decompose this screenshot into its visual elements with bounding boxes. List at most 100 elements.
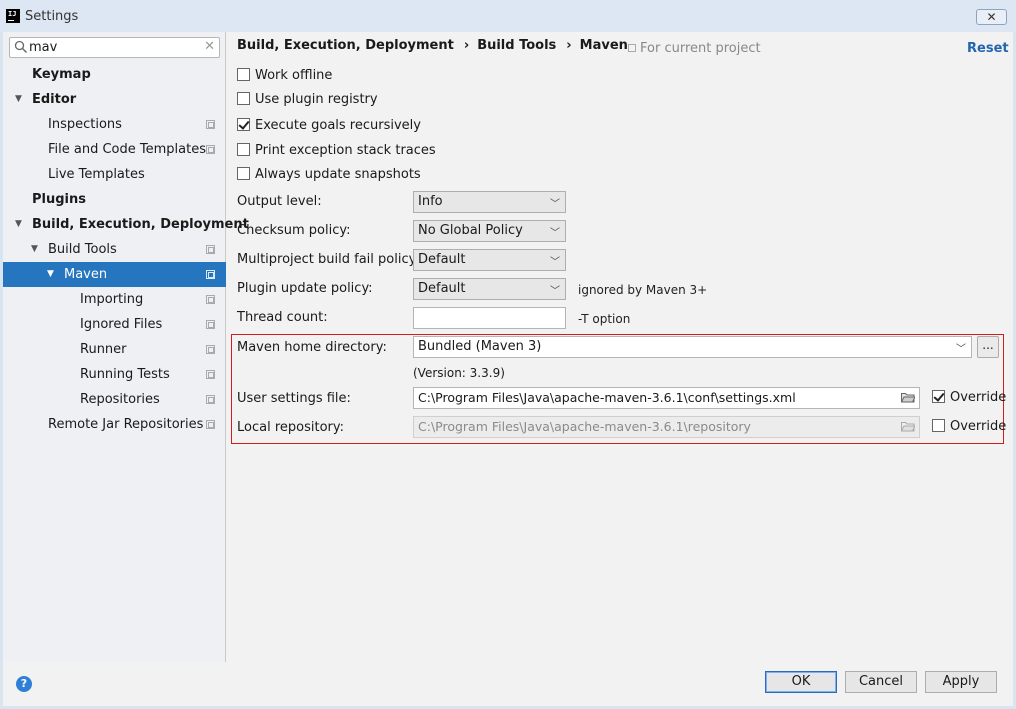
- tree-item-remote-jar-repositories[interactable]: Remote Jar Repositories: [3, 412, 226, 437]
- tree-item-label: Editor: [32, 92, 77, 107]
- cancel-button[interactable]: Cancel: [845, 671, 917, 693]
- expand-arrow-icon[interactable]: ▼: [15, 87, 25, 112]
- tree-item-importing[interactable]: Importing: [3, 287, 226, 312]
- chevron-down-icon: ﹀: [550, 257, 560, 268]
- output-level-select[interactable]: Info ﹀: [413, 191, 566, 213]
- local-repository-input[interactable]: C:\Program Files\Java\apache-maven-3.6.1…: [413, 416, 920, 438]
- expand-arrow-icon[interactable]: ▼: [47, 262, 57, 287]
- settings-search-input[interactable]: mav ✕: [9, 37, 220, 58]
- plugin-update-policy-hint: ignored by Maven 3+: [578, 283, 708, 297]
- settings-tree-panel: mav ✕ Keymap ▼ Editor Inspections File and C…: [3, 32, 249, 662]
- chevron-down-icon: ﹀: [550, 286, 560, 297]
- tree-item-ignored-files[interactable]: Ignored Files: [3, 312, 226, 337]
- tree-item-label: Maven: [64, 267, 108, 282]
- user-settings-input[interactable]: C:\Program Files\Java\apache-maven-3.6.1…: [413, 387, 920, 409]
- project-scope-label: For current project: [628, 41, 761, 56]
- tree-item-live-templates[interactable]: Live Templates: [3, 162, 226, 187]
- tree-item-inspections[interactable]: Inspections: [3, 112, 226, 137]
- folder-icon: [901, 422, 915, 432]
- use-plugin-registry-checkbox[interactable]: Use plugin registry: [237, 92, 378, 110]
- work-offline-checkbox[interactable]: Work offline: [237, 68, 332, 86]
- title-bar: IJ Settings ✕: [0, 0, 1016, 32]
- project-settings-icon: [206, 120, 215, 129]
- chevron-down-icon: ﹀: [550, 199, 560, 210]
- browse-maven-home-button[interactable]: ...: [977, 336, 999, 358]
- clear-search-icon[interactable]: ✕: [204, 39, 215, 54]
- breadcrumb: Build, Execution, Deployment › Build Tools…: [237, 38, 636, 53]
- maven-version-label: (Version: 3.3.9): [413, 366, 505, 380]
- tree-item-label: Ignored Files: [80, 317, 163, 332]
- ok-button[interactable]: OK: [765, 671, 837, 693]
- checkbox-box[interactable]: [932, 390, 945, 403]
- tree-item-running-tests[interactable]: Running Tests: [3, 362, 226, 387]
- tree-item-plugins[interactable]: Plugins: [3, 187, 226, 212]
- search-value: mav: [29, 40, 58, 55]
- plugin-update-policy-select[interactable]: Default ﹀: [413, 278, 566, 300]
- close-window-button[interactable]: ✕: [976, 9, 1007, 25]
- local-repository-label: Local repository:: [237, 420, 344, 435]
- checkbox-box[interactable]: [237, 143, 250, 156]
- expand-arrow-icon[interactable]: ▼: [15, 212, 25, 237]
- tree-item-label: Inspections: [48, 117, 122, 132]
- tree-item-label: Build Tools: [48, 242, 117, 257]
- maven-home-label: Maven home directory:: [237, 340, 387, 355]
- user-settings-override-checkbox[interactable]: Override: [932, 390, 1006, 408]
- help-icon[interactable]: ?: [16, 676, 32, 692]
- intellij-logo-icon: IJ: [6, 9, 20, 23]
- always-update-snapshots-checkbox[interactable]: Always update snapshots: [237, 167, 421, 185]
- tree-item-label: File and Code Templates: [48, 142, 206, 157]
- project-settings-icon: [206, 370, 215, 379]
- project-settings-icon: [206, 345, 215, 354]
- checkbox-box[interactable]: [237, 92, 250, 105]
- breadcrumb-separator: ›: [566, 38, 572, 53]
- thread-count-input[interactable]: [413, 307, 566, 329]
- tree-item-label: Build, Execution, Deployment: [32, 217, 249, 232]
- checksum-policy-label: Checksum policy:: [237, 223, 351, 238]
- reset-link[interactable]: Reset: [967, 41, 1009, 56]
- breadcrumb-item: Build, Execution, Deployment: [237, 38, 454, 53]
- tree-item-label: Running Tests: [80, 367, 170, 382]
- apply-button[interactable]: Apply: [925, 671, 997, 693]
- multiproject-fail-policy-select[interactable]: Default ﹀: [413, 249, 566, 271]
- plugin-update-policy-label: Plugin update policy:: [237, 281, 373, 296]
- maven-settings-panel: Build, Execution, Deployment › Build Tools…: [227, 32, 1013, 662]
- tree-item-build-execution-deployment[interactable]: ▼ Build, Execution, Deployment: [3, 212, 249, 237]
- thread-count-label: Thread count:: [237, 310, 328, 325]
- local-repository-override-checkbox[interactable]: Override: [932, 419, 1006, 437]
- execute-goals-recursively-checkbox[interactable]: Execute goals recursively: [237, 118, 421, 136]
- tree-item-label: Remote Jar Repositories: [48, 417, 204, 432]
- chevron-down-icon: ﹀: [956, 344, 966, 355]
- tree-item-maven[interactable]: ▼ Maven: [3, 262, 226, 287]
- project-settings-icon: [206, 270, 215, 279]
- folder-icon[interactable]: [901, 392, 915, 403]
- tree-item-keymap[interactable]: Keymap: [3, 62, 226, 87]
- project-settings-icon: [206, 295, 215, 304]
- user-settings-label: User settings file:: [237, 391, 351, 406]
- project-settings-icon: [206, 320, 215, 329]
- breadcrumb-item: Maven: [579, 38, 628, 53]
- checkbox-box[interactable]: [932, 419, 945, 432]
- tree-item-runner[interactable]: Runner: [3, 337, 226, 362]
- project-scope-icon: [628, 44, 636, 52]
- tree-item-label: Plugins: [32, 192, 86, 207]
- checkbox-box[interactable]: [237, 118, 250, 131]
- expand-arrow-icon[interactable]: ▼: [31, 237, 41, 262]
- tree-item-label: Repositories: [80, 392, 160, 407]
- settings-dialog: mav ✕ Keymap ▼ Editor Inspections File and C…: [3, 32, 1013, 706]
- maven-home-select[interactable]: Bundled (Maven 3) ﹀: [413, 336, 972, 358]
- project-settings-icon: [206, 420, 215, 429]
- print-exception-stack-traces-checkbox[interactable]: Print exception stack traces: [237, 143, 436, 161]
- multiproject-fail-policy-label: Multiproject build fail policy:: [237, 252, 420, 267]
- tree-item-editor[interactable]: ▼ Editor: [3, 87, 226, 112]
- tree-item-label: Live Templates: [48, 167, 145, 182]
- checksum-policy-select[interactable]: No Global Policy ﹀: [413, 220, 566, 242]
- project-settings-icon: [206, 245, 215, 254]
- tree-item-repositories[interactable]: Repositories: [3, 387, 226, 412]
- search-icon: [14, 40, 28, 54]
- tree-item-file-and-code-templates[interactable]: File and Code Templates: [3, 137, 226, 162]
- breadcrumb-separator: ›: [463, 38, 470, 53]
- tree-item-build-tools[interactable]: ▼ Build Tools: [3, 237, 226, 262]
- checkbox-box[interactable]: [237, 167, 250, 180]
- tree-item-label: Runner: [80, 342, 127, 357]
- checkbox-box[interactable]: [237, 68, 250, 81]
